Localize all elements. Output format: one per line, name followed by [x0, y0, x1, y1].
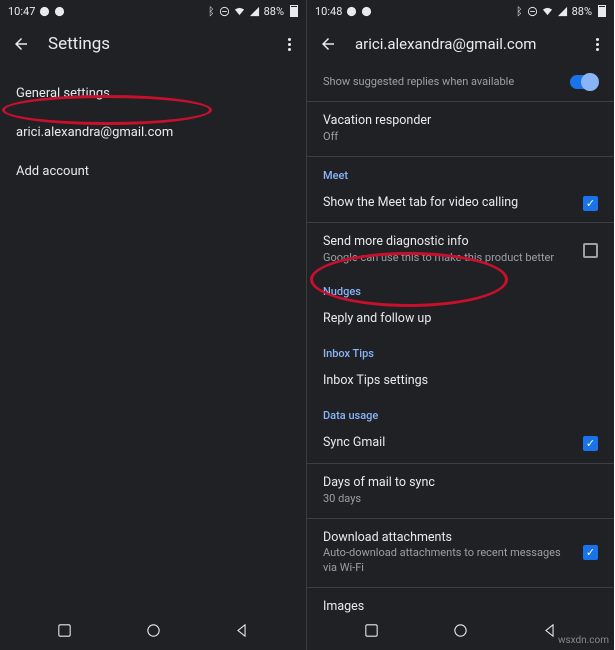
meet-tab-item[interactable]: Show the Meet tab for video calling: [307, 186, 614, 221]
download-checkbox[interactable]: [583, 545, 598, 560]
days-label: Days of mail to sync: [323, 475, 598, 492]
diagnostic-item[interactable]: Send more diagnostic info Google can use…: [307, 225, 614, 275]
nav-recent-button[interactable]: [347, 616, 396, 649]
section-nudges: Nudges: [307, 275, 614, 302]
nudges-item[interactable]: Reply and follow up: [307, 302, 614, 337]
sync-label: Sync Gmail: [323, 435, 573, 452]
whatsapp-icon: [54, 6, 65, 17]
vacation-responder-item[interactable]: Vacation responder Off: [307, 104, 614, 154]
page-title: Settings: [48, 34, 264, 54]
status-bar: 10:48 ᛒ 88%: [307, 0, 614, 22]
bluetooth-icon: ᛒ: [516, 5, 523, 18]
battery-percent: 88%: [264, 5, 284, 18]
nav-home-button[interactable]: [436, 616, 485, 649]
divider: [307, 101, 614, 102]
nav-bar: [0, 614, 306, 650]
vacation-label: Vacation responder: [323, 113, 598, 130]
signal-icon: [249, 6, 260, 17]
status-bar: 10:47 ᛒ 88%: [0, 0, 306, 22]
diagnostic-label: Send more diagnostic info: [323, 234, 573, 251]
overflow-menu-icon[interactable]: [282, 32, 294, 57]
battery-percent: 88%: [572, 5, 592, 18]
download-attachments-item[interactable]: Download attachments Auto-download attac…: [307, 521, 614, 586]
signal-icon: [557, 6, 568, 17]
images-item[interactable]: Images Always display external images: [307, 590, 614, 614]
app-bar: arici.alexandra@gmail.com: [307, 22, 614, 66]
smart-replies-label: Show suggested replies when available: [323, 75, 560, 90]
status-left-icons: 10:47: [8, 5, 65, 18]
images-label: Images: [323, 599, 598, 614]
spotify-icon: [39, 6, 50, 17]
status-right-icons: ᛒ 88%: [208, 5, 298, 18]
sync-gmail-item[interactable]: Sync Gmail: [307, 426, 614, 461]
phone-left: 10:47 ᛒ 88% Settings General settings ar…: [0, 0, 307, 650]
dnd-icon: [219, 6, 230, 17]
meet-tab-checkbox[interactable]: [583, 196, 598, 211]
bluetooth-icon: ᛒ: [208, 5, 215, 18]
battery-icon: [598, 5, 606, 17]
sync-checkbox[interactable]: [583, 436, 598, 451]
watermark: wsxdn.com: [558, 635, 609, 646]
nudges-label: Reply and follow up: [323, 311, 598, 328]
inbox-tips-label: Inbox Tips settings: [323, 373, 598, 390]
smart-replies-toggle[interactable]: [570, 75, 598, 89]
divider: [307, 463, 614, 464]
days-sub: 30 days: [323, 492, 598, 507]
wifi-icon: [234, 6, 245, 17]
status-right-icons: ᛒ 88%: [516, 5, 606, 18]
whatsapp-icon: [361, 6, 372, 17]
account-item[interactable]: arici.alexandra@gmail.com: [0, 113, 306, 152]
app-bar: Settings: [0, 22, 306, 66]
inbox-tips-item[interactable]: Inbox Tips settings: [307, 364, 614, 399]
divider: [307, 222, 614, 223]
back-arrow-icon[interactable]: [12, 35, 30, 53]
status-time: 10:48: [315, 5, 342, 18]
days-sync-item[interactable]: Days of mail to sync 30 days: [307, 466, 614, 516]
download-sub: Auto-download attachments to recent mess…: [323, 546, 573, 576]
section-inbox-tips: Inbox Tips: [307, 337, 614, 364]
meet-tab-label: Show the Meet tab for video calling: [323, 195, 573, 212]
add-account-item[interactable]: Add account: [0, 152, 306, 191]
settings-list: General settings arici.alexandra@gmail.c…: [0, 66, 306, 199]
smart-replies-item[interactable]: Show suggested replies when available: [307, 66, 614, 99]
diagnostic-sub: Google can use this to make this product…: [323, 251, 573, 266]
page-title: arici.alexandra@gmail.com: [355, 35, 572, 53]
status-time: 10:47: [8, 5, 35, 18]
wifi-icon: [542, 6, 553, 17]
section-meet: Meet: [307, 159, 614, 186]
vacation-status: Off: [323, 130, 598, 145]
spotify-icon: [346, 6, 357, 17]
account-settings-list: Show suggested replies when available Va…: [307, 66, 614, 614]
download-label: Download attachments: [323, 530, 573, 547]
nav-back-button[interactable]: [217, 616, 266, 649]
nav-recent-button[interactable]: [40, 616, 89, 649]
back-arrow-icon[interactable]: [319, 35, 337, 53]
phone-right: 10:48 ᛒ 88% arici.alexandra@gmail.com Sh…: [307, 0, 614, 650]
dnd-icon: [527, 6, 538, 17]
divider: [307, 518, 614, 519]
divider: [307, 587, 614, 588]
divider: [307, 156, 614, 157]
overflow-menu-icon[interactable]: [590, 32, 602, 57]
nav-home-button[interactable]: [129, 616, 178, 649]
section-data-usage: Data usage: [307, 399, 614, 426]
general-settings-item[interactable]: General settings: [0, 74, 306, 113]
diagnostic-checkbox[interactable]: [583, 243, 598, 258]
battery-icon: [290, 5, 298, 17]
status-left-icons: 10:48: [315, 5, 372, 18]
